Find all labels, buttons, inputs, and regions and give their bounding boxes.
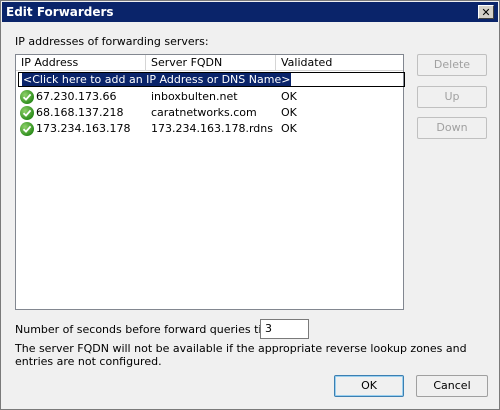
- column-header-ip-address[interactable]: IP Address: [16, 55, 146, 71]
- cancel-button[interactable]: Cancel: [416, 375, 488, 397]
- delete-button[interactable]: Delete: [417, 54, 487, 76]
- check-icon: [20, 122, 34, 136]
- forwarders-list[interactable]: IP Address Server FQDN Validated <Click …: [15, 54, 405, 310]
- check-icon: [20, 106, 34, 120]
- edit-forwarders-dialog: Edit Forwarders ✕ IP addresses of forwar…: [0, 0, 500, 410]
- row-server-fqdn: caratnetworks.com: [151, 106, 257, 119]
- list-item[interactable]: 173.234.163.178 173.234.163.178.rdns....…: [19, 121, 403, 137]
- add-server-row[interactable]: <Click here to add an IP Address or DNS …: [18, 72, 405, 87]
- row-validated: OK: [281, 122, 297, 135]
- fqdn-note: The server FQDN will not be available if…: [15, 342, 467, 368]
- dialog-title: Edit Forwarders: [6, 5, 114, 19]
- down-button[interactable]: Down: [417, 117, 487, 139]
- row-validated: OK: [281, 90, 297, 103]
- column-header-server-fqdn[interactable]: Server FQDN: [146, 55, 276, 71]
- row-server-fqdn: inboxbulten.net: [151, 90, 238, 103]
- row-server-fqdn: 173.234.163.178.rdns....: [151, 122, 273, 135]
- row-ip-address: 68.168.137.218: [36, 106, 124, 119]
- ok-button[interactable]: OK: [334, 375, 404, 397]
- title-bar: Edit Forwarders ✕: [2, 2, 498, 22]
- list-item[interactable]: 68.168.137.218 caratnetworks.com OK: [19, 105, 403, 121]
- check-icon: [20, 90, 34, 104]
- timeout-input[interactable]: 3: [260, 319, 309, 339]
- column-header-validated[interactable]: Validated: [276, 55, 402, 71]
- row-ip-address: 173.234.163.178: [36, 122, 131, 135]
- add-server-prompt[interactable]: <Click here to add an IP Address or DNS …: [22, 73, 292, 86]
- forwarders-label: IP addresses of forwarding servers:: [15, 35, 209, 48]
- close-button[interactable]: ✕: [478, 5, 494, 19]
- close-icon: ✕: [481, 5, 491, 19]
- row-validated: OK: [281, 106, 297, 119]
- list-header: IP Address Server FQDN Validated: [16, 55, 403, 71]
- list-item[interactable]: 67.230.173.66 inboxbulten.net OK: [19, 89, 403, 105]
- row-ip-address: 67.230.173.66: [36, 90, 117, 103]
- up-button[interactable]: Up: [417, 86, 487, 108]
